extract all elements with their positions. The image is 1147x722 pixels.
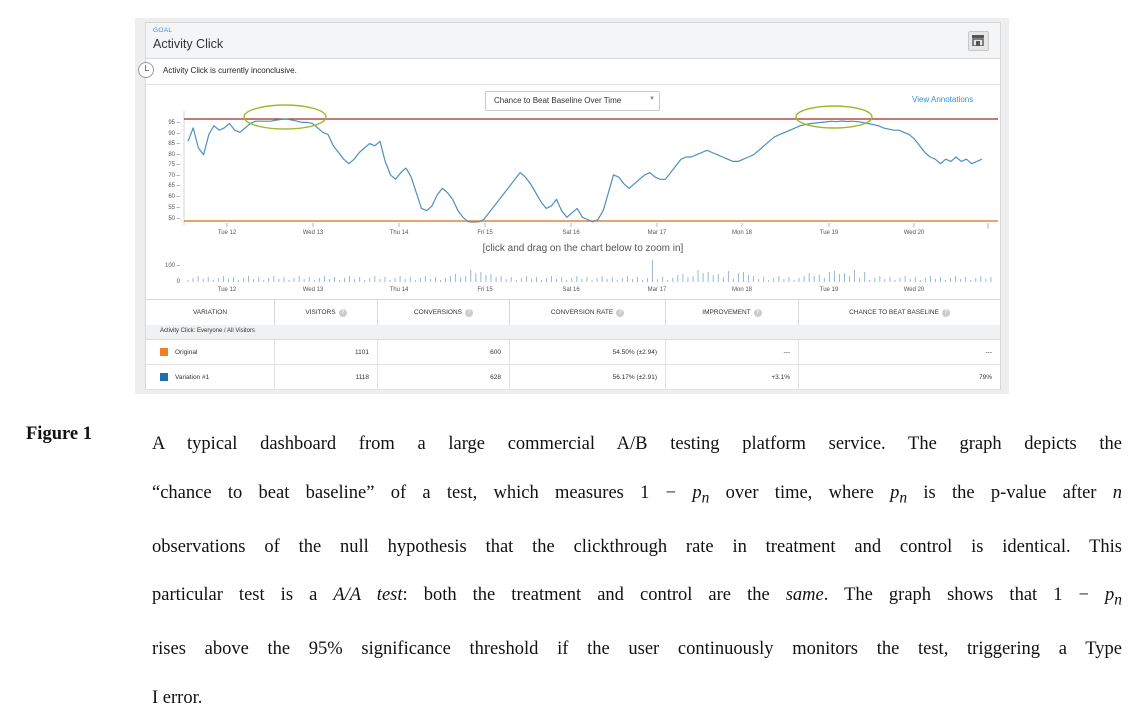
figure-label: Figure 1: [26, 424, 92, 444]
help-icon[interactable]: ?: [941, 308, 950, 317]
x-tick-label: Thu 14: [390, 230, 409, 236]
y-tick-label: 95 –: [168, 120, 180, 126]
volume-x-label: Tue 12: [218, 287, 237, 293]
x-tick-label: Fri 15: [477, 230, 493, 236]
table-row[interactable]: Variation #1 1118 628 56.17% (±2.91) +3.…: [146, 365, 1000, 390]
x-tick-label: Mar 17: [648, 230, 667, 236]
x-tick-label: Mon 18: [732, 230, 753, 236]
x-tick-label: Tue 19: [820, 230, 839, 236]
y-tick-label: 85 –: [168, 141, 180, 147]
y-tick-label: 50 –: [168, 216, 180, 222]
volume-x-label: Thu 14: [390, 287, 409, 293]
volume-x-label: Mon 18: [732, 287, 753, 293]
variation-name: Variation #1: [175, 373, 210, 381]
conversions-cell: 628: [378, 365, 510, 389]
help-icon[interactable]: ?: [616, 308, 625, 317]
visitors-cell: 1118: [275, 365, 378, 389]
chance-cell: ---: [985, 348, 993, 356]
help-icon[interactable]: ?: [465, 308, 474, 317]
color-swatch: [160, 373, 168, 381]
variation-name: Original: [175, 348, 198, 356]
y-tick-label: 65 –: [168, 183, 180, 189]
visitors-cell: 1101: [275, 340, 378, 364]
improvement-cell: ---: [666, 340, 799, 364]
rate-cell: 56.17% (±2.91): [510, 365, 666, 389]
caption-line: observations of the null hypothesis that…: [152, 536, 1122, 557]
y-tick-label: 55 –: [168, 205, 180, 211]
col-visitors: VISITORS?: [275, 300, 378, 325]
x-tick-label: Tue 12: [218, 230, 237, 236]
volume-x-label: Sat 16: [562, 287, 580, 293]
conversions-cell: 600: [378, 340, 510, 364]
col-conversion-rate: CONVERSION RATE?: [510, 300, 666, 325]
zoom-hint: [click and drag on the chart below to zo…: [482, 243, 684, 254]
segment-label: Activity Click: Everyone / All Visitors: [160, 328, 255, 334]
segment-row: Activity Click: Everyone / All Visitors: [146, 325, 1000, 340]
series-line: [187, 118, 983, 223]
y-tick-label: 80 –: [168, 152, 180, 158]
col-conversions: CONVERSIONS?: [378, 300, 510, 325]
caption-line: rises above the 95% significance thresho…: [152, 639, 1122, 660]
caption-line: I error.: [152, 687, 203, 708]
figure-caption: A typical dashboard from a large commerc…: [152, 420, 1122, 722]
chance-cell: 79%: [978, 373, 992, 381]
y-tick-label: 90 –: [168, 131, 180, 137]
table-row[interactable]: Original 1101 600 54.50% (±2.94) --- ---: [146, 340, 1000, 365]
x-tick-label: Sat 16: [562, 230, 580, 236]
x-tick-label: Wed 13: [303, 230, 324, 236]
col-variation: VARIATION: [146, 300, 275, 325]
improvement-cell: +3.1%: [666, 365, 799, 389]
volume-x-label: Fri 15: [477, 287, 493, 293]
dashboard-screenshot: GOAL Activity Click Activity Click is cu…: [135, 18, 1009, 394]
caption-line: particular test is a A/A test: both the …: [152, 585, 1122, 609]
volume-x-label: Tue 19: [820, 287, 839, 293]
goal-panel: GOAL Activity Click Activity Click is cu…: [138, 22, 1001, 390]
help-icon[interactable]: ?: [338, 308, 347, 317]
caption-line: A typical dashboard from a large commerc…: [152, 434, 1122, 454]
chance-chart[interactable]: 95 – 90 – 85 – 80 – 75 – 70 – 65 – 60 – 55 – 50 –…: [146, 23, 1000, 299]
color-swatch: [160, 348, 168, 356]
highlight-ellipse: [243, 104, 327, 130]
caption-line: “chance to beat baseline” of a test, whi…: [152, 482, 1123, 507]
table-header: VARIATION VISITORS? CONVERSIONS? CONVERS…: [146, 299, 1000, 326]
y-tick-label: 75 –: [168, 162, 180, 168]
volume-x-label: Wed 20: [904, 287, 925, 293]
volume-x-label: Wed 13: [303, 287, 324, 293]
col-improvement: IMPROVEMENT?: [666, 300, 799, 325]
help-icon[interactable]: ?: [753, 308, 762, 317]
volume-tick-label: 0: [177, 279, 181, 285]
volume-tick-label: 100 –: [165, 263, 181, 269]
rate-cell: 54.50% (±2.94): [510, 340, 666, 364]
col-chance: CHANCE TO BEAT BASELINE?: [799, 300, 1000, 325]
y-tick-label: 70 –: [168, 173, 180, 179]
x-tick-label: Wed 20: [904, 230, 925, 236]
volume-x-label: Mar 17: [648, 287, 667, 293]
y-tick-label: 60 –: [168, 194, 180, 200]
highlight-ellipse: [795, 105, 873, 129]
